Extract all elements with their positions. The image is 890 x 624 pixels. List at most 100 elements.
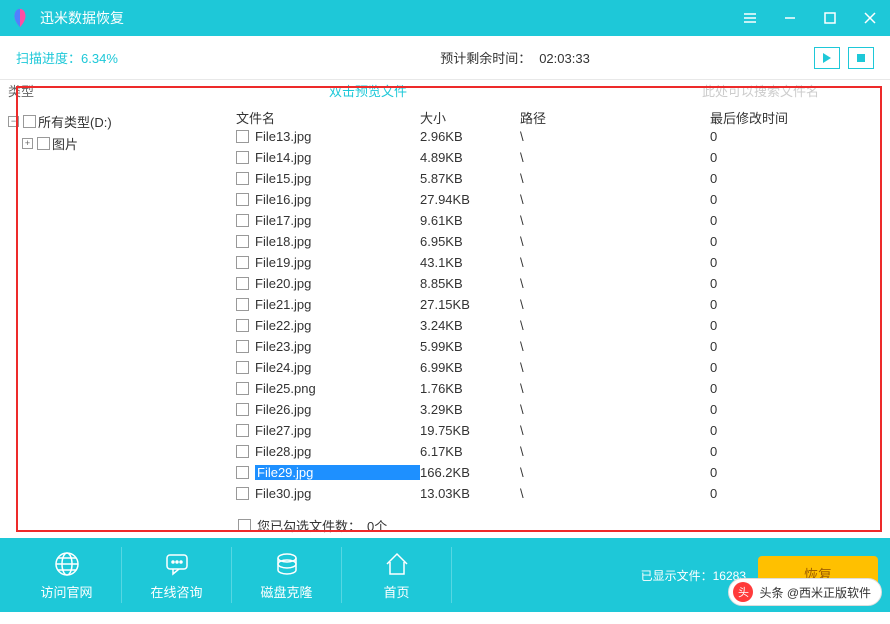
eta: 预计剩余时间：02:03:33 <box>216 48 814 67</box>
table-row[interactable]: File27.jpg19.75KB\0 <box>230 420 890 441</box>
file-mtime: 0 <box>710 213 890 228</box>
row-checkbox[interactable] <box>236 130 249 143</box>
col-size-header[interactable]: 大小 <box>420 108 520 127</box>
menu-icon[interactable] <box>730 0 770 36</box>
row-checkbox[interactable] <box>236 487 249 500</box>
row-checkbox[interactable] <box>236 403 249 416</box>
table-row[interactable]: File14.jpg4.89KB\0 <box>230 147 890 168</box>
summary-checkbox[interactable] <box>238 519 251 532</box>
bottom-home[interactable]: 首页 <box>342 547 452 603</box>
col-name-header[interactable]: 文件名 <box>230 108 420 127</box>
file-path: \ <box>520 318 710 333</box>
file-size: 166.2KB <box>420 465 520 480</box>
list-body[interactable]: File13.jpg2.96KB\0File14.jpg4.89KB\0File… <box>230 126 890 512</box>
strip-preview-hint: 双击预览文件 <box>34 81 702 100</box>
file-size: 27.94KB <box>420 192 520 207</box>
bottom-website[interactable]: 访问官网 <box>12 547 122 603</box>
tree-root-checkbox[interactable] <box>23 115 36 128</box>
tree-child-row[interactable]: + 图片 <box>8 132 226 154</box>
tree-collapse-icon[interactable]: − <box>8 116 19 127</box>
strip-type-label: 类型 <box>8 81 34 100</box>
table-row[interactable]: File17.jpg9.61KB\0 <box>230 210 890 231</box>
table-row[interactable]: File26.jpg3.29KB\0 <box>230 399 890 420</box>
eta-value: 02:03:33 <box>539 51 590 66</box>
search-placeholder[interactable]: 此处可以搜索文件名 <box>702 81 882 100</box>
table-row[interactable]: File25.png1.76KB\0 <box>230 378 890 399</box>
tree-root-row[interactable]: − 所有类型(D:) <box>8 110 226 132</box>
row-checkbox[interactable] <box>236 466 249 479</box>
file-path: \ <box>520 171 710 186</box>
tree-panel: − 所有类型(D:) + 图片 <box>0 100 230 538</box>
app-logo-icon <box>8 6 32 30</box>
chat-icon <box>163 550 191 578</box>
tree-child-checkbox[interactable] <box>37 137 50 150</box>
file-path: \ <box>520 423 710 438</box>
col-path-header[interactable]: 路径 <box>520 108 710 127</box>
bottom-chat[interactable]: 在线咨询 <box>122 547 232 603</box>
row-checkbox[interactable] <box>236 445 249 458</box>
scan-progress: 扫描进度：6.34% <box>16 48 216 67</box>
file-mtime: 0 <box>710 339 890 354</box>
stop-button[interactable] <box>848 47 874 69</box>
table-row[interactable]: File29.jpg166.2KB\0 <box>230 462 890 483</box>
table-row[interactable]: File30.jpg13.03KB\0 <box>230 483 890 504</box>
row-checkbox[interactable] <box>236 256 249 269</box>
row-checkbox[interactable] <box>236 298 249 311</box>
row-checkbox[interactable] <box>236 151 249 164</box>
file-name: File25.png <box>255 381 420 396</box>
file-name: File19.jpg <box>255 255 420 270</box>
tree-expand-icon[interactable]: + <box>22 138 33 149</box>
file-path: \ <box>520 213 710 228</box>
file-mtime: 0 <box>710 150 890 165</box>
file-path: \ <box>520 129 710 144</box>
close-button[interactable] <box>850 0 890 36</box>
scan-progress-value: 6.34% <box>81 51 118 66</box>
file-size: 43.1KB <box>420 255 520 270</box>
table-row[interactable]: File18.jpg6.95KB\0 <box>230 231 890 252</box>
file-name: File16.jpg <box>255 192 420 207</box>
table-row[interactable]: File20.jpg8.85KB\0 <box>230 273 890 294</box>
file-name: File15.jpg <box>255 171 420 186</box>
file-size: 2.96KB <box>420 129 520 144</box>
maximize-button[interactable] <box>810 0 850 36</box>
table-row[interactable]: File16.jpg27.94KB\0 <box>230 189 890 210</box>
row-checkbox[interactable] <box>236 361 249 374</box>
row-checkbox[interactable] <box>236 235 249 248</box>
info-bar: 扫描进度：6.34% 预计剩余时间：02:03:33 <box>0 36 890 80</box>
file-size: 6.95KB <box>420 234 520 249</box>
file-name: File18.jpg <box>255 234 420 249</box>
row-checkbox[interactable] <box>236 382 249 395</box>
file-mtime: 0 <box>710 423 890 438</box>
file-mtime: 0 <box>710 381 890 396</box>
row-checkbox[interactable] <box>236 214 249 227</box>
file-mtime: 0 <box>710 192 890 207</box>
row-checkbox[interactable] <box>236 424 249 437</box>
play-button[interactable] <box>814 47 840 69</box>
row-checkbox[interactable] <box>236 193 249 206</box>
minimize-button[interactable] <box>770 0 810 36</box>
titlebar: 迅米数据恢复 <box>0 0 890 36</box>
row-checkbox[interactable] <box>236 319 249 332</box>
bottom-website-label: 访问官网 <box>40 582 92 601</box>
table-row[interactable]: File15.jpg5.87KB\0 <box>230 168 890 189</box>
table-row[interactable]: File22.jpg3.24KB\0 <box>230 315 890 336</box>
row-checkbox[interactable] <box>236 277 249 290</box>
globe-icon <box>53 550 81 578</box>
file-name: File21.jpg <box>255 297 420 312</box>
row-checkbox[interactable] <box>236 340 249 353</box>
table-row[interactable]: File19.jpg43.1KB\0 <box>230 252 890 273</box>
table-row[interactable]: File23.jpg5.99KB\0 <box>230 336 890 357</box>
file-size: 3.24KB <box>420 318 520 333</box>
table-row[interactable]: File13.jpg2.96KB\0 <box>230 126 890 147</box>
col-mtime-header[interactable]: 最后修改时间 <box>710 108 890 127</box>
file-mtime: 0 <box>710 444 890 459</box>
table-row[interactable]: File24.jpg6.99KB\0 <box>230 357 890 378</box>
shown-files: 已显示文件：16283 <box>641 567 746 584</box>
row-checkbox[interactable] <box>236 172 249 185</box>
file-name: File29.jpg <box>255 465 420 480</box>
file-path: \ <box>520 192 710 207</box>
table-row[interactable]: File21.jpg27.15KB\0 <box>230 294 890 315</box>
table-row[interactable]: File28.jpg6.17KB\0 <box>230 441 890 462</box>
bottom-clone[interactable]: 磁盘克隆 <box>232 547 342 603</box>
selection-summary: 您已勾选文件数：0个 <box>230 512 890 538</box>
